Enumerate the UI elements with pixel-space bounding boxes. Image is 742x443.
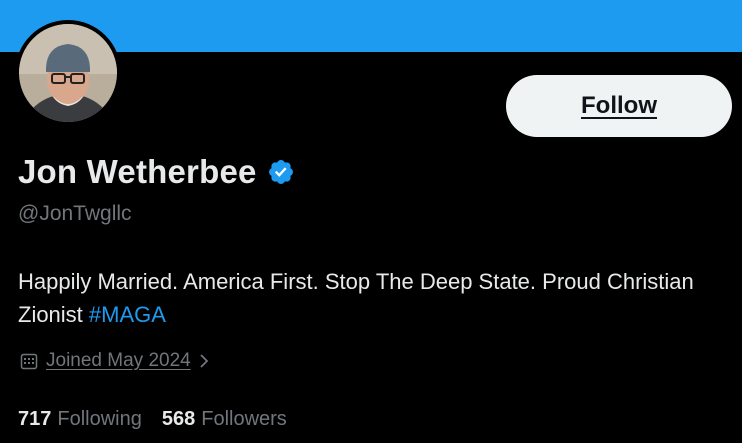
follow-button[interactable]: Follow <box>506 75 732 137</box>
follow-stats: 717 Following 568 Followers <box>18 405 307 433</box>
following-label: Following <box>57 407 142 430</box>
followers-count: 568 <box>161 407 196 430</box>
calendar-icon <box>20 352 38 370</box>
avatar-photo <box>19 24 117 122</box>
profile-name-row: Jon Wetherbee <box>18 150 295 194</box>
verified-badge-icon[interactable] <box>267 158 295 186</box>
joined-date-row[interactable]: Joined May 2024 <box>20 348 211 374</box>
following-stat[interactable]: 717 Following <box>18 408 142 431</box>
chevron-right-icon <box>197 352 211 370</box>
profile-handle: @JonTwgllc <box>18 202 132 225</box>
following-count: 717 <box>18 407 52 430</box>
profile-bio: Happily Married. America First. Stop The… <box>18 265 718 331</box>
followers-stat[interactable]: 568 Followers <box>162 408 287 431</box>
joined-date-text[interactable]: Joined May 2024 <box>46 350 191 372</box>
followers-label: Followers <box>201 407 287 430</box>
avatar[interactable] <box>15 20 121 126</box>
display-name: Jon Wetherbee <box>18 153 257 190</box>
bio-hashtag-link[interactable]: #MAGA <box>89 302 166 327</box>
